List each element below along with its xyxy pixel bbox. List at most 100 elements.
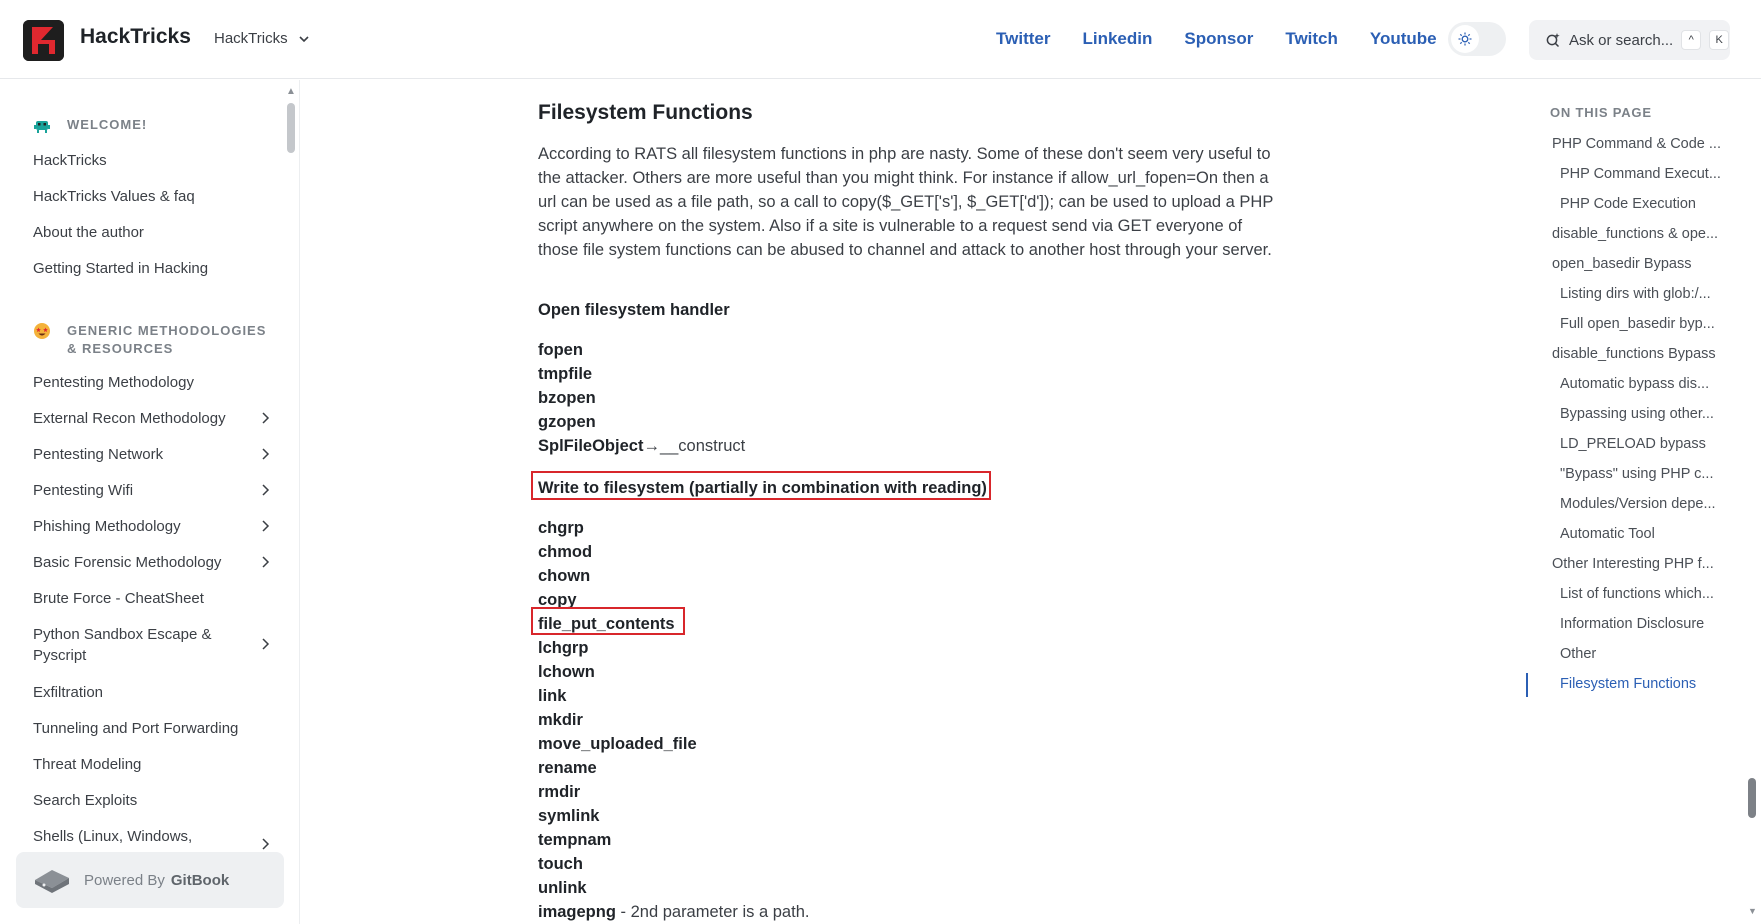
space-switcher[interactable]: HackTricks bbox=[214, 30, 310, 47]
sidebar-scroll-up-arrow[interactable]: ▲ bbox=[286, 86, 296, 97]
sidebar-item-python-sandbox[interactable]: Python Sandbox Escape & Pyscript bbox=[33, 624, 270, 666]
sidebar-item-label: Basic Forensic Methodology bbox=[33, 554, 222, 571]
function-description: - 2nd parameter is a path. bbox=[615, 903, 810, 921]
nav-link-youtube[interactable]: Youtube bbox=[1370, 29, 1437, 49]
function-name: rename bbox=[538, 759, 597, 777]
shortcut-k-key: K bbox=[1709, 30, 1730, 50]
top-nav: Twitter Linkedin Sponsor Twitch Youtube bbox=[996, 29, 1469, 49]
function-name-splfileobject: SplFileObject→__construct bbox=[538, 434, 745, 458]
chevron-right-icon[interactable] bbox=[257, 482, 273, 498]
sidebar-item-label: Python Sandbox Escape & Pyscript bbox=[33, 626, 212, 664]
page-scroll-down-arrow[interactable]: ▼ bbox=[1748, 906, 1757, 916]
function-name: gzopen bbox=[538, 413, 596, 431]
nav-link-twitch[interactable]: Twitch bbox=[1285, 29, 1338, 49]
sidebar-section-title: WELCOME! bbox=[67, 117, 148, 132]
sidebar-item-pentesting-network[interactable]: Pentesting Network bbox=[33, 444, 273, 465]
function-suffix: →__construct bbox=[643, 437, 746, 455]
sidebar-item-shells[interactable]: Shells (Linux, Windows, bbox=[33, 826, 273, 850]
toc-active-indicator bbox=[1526, 673, 1528, 697]
function-name: bzopen bbox=[538, 389, 596, 407]
function-name: mkdir bbox=[538, 711, 583, 729]
chevron-right-icon[interactable] bbox=[257, 410, 273, 426]
sidebar-item-label: Pentesting Network bbox=[33, 446, 164, 463]
function-name-file-put-contents: file_put_contents bbox=[538, 615, 675, 633]
sidebar-item-values-faq[interactable]: HackTricks Values & faq bbox=[33, 186, 273, 207]
function-name: link bbox=[538, 687, 567, 705]
sidebar-section-title: GENERIC METHODOLOGIES & RESOURCES bbox=[67, 323, 267, 356]
powered-by-gitbook[interactable]: Powered By GitBook bbox=[16, 852, 284, 908]
sidebar-item-label: Exfiltration bbox=[33, 684, 104, 701]
sidebar-item-label: Search Exploits bbox=[33, 792, 138, 809]
function-name: chmod bbox=[538, 543, 593, 561]
open-handler-heading: Open filesystem handler bbox=[538, 301, 730, 319]
toc-item[interactable]: PHP Command Execut... bbox=[1560, 166, 1742, 182]
sidebar-item-hacktricks[interactable]: HackTricks bbox=[33, 150, 273, 171]
sidebar-item-label: Phishing Methodology bbox=[33, 518, 181, 535]
toc-item-active[interactable]: Filesystem Functions bbox=[1560, 676, 1742, 692]
sidebar-item-forensic[interactable]: Basic Forensic Methodology bbox=[33, 552, 273, 573]
function-name: lchgrp bbox=[538, 639, 589, 657]
hacktricks-logo[interactable] bbox=[23, 20, 64, 61]
sidebar-item-search-exploits[interactable]: Search Exploits bbox=[33, 790, 273, 811]
sidebar-section-generic: GENERIC METHODOLOGIES & RESOURCES bbox=[0, 322, 273, 358]
sidebar-item-pentesting-methodology[interactable]: Pentesting Methodology bbox=[33, 372, 273, 393]
function-name: imagepng bbox=[538, 903, 616, 921]
toc-item[interactable]: List of functions which... bbox=[1560, 586, 1742, 602]
nav-link-linkedin[interactable]: Linkedin bbox=[1082, 29, 1152, 49]
search-placeholder: Ask or search... bbox=[1569, 31, 1674, 49]
toc-item[interactable]: Bypassing using other... bbox=[1560, 406, 1742, 422]
function-name: copy bbox=[538, 591, 577, 609]
toc-item[interactable]: Automatic Tool bbox=[1560, 526, 1742, 542]
page-scrollbar-thumb[interactable] bbox=[1748, 778, 1756, 818]
sidebar-item-exfiltration[interactable]: Exfiltration bbox=[33, 682, 273, 703]
sidebar-item-about-author[interactable]: About the author bbox=[33, 222, 273, 243]
site-title[interactable]: HackTricks bbox=[80, 25, 191, 49]
chevron-right-icon[interactable] bbox=[257, 446, 273, 462]
sidebar-item-getting-started[interactable]: Getting Started in Hacking bbox=[33, 258, 273, 279]
toc-item[interactable]: Other bbox=[1560, 646, 1742, 662]
sidebar-item-label: Brute Force - CheatSheet bbox=[33, 590, 204, 607]
toc-item[interactable]: Listing dirs with glob:/... bbox=[1560, 286, 1742, 302]
toc-item[interactable]: disable_functions & ope... bbox=[1552, 226, 1742, 242]
function-name: symlink bbox=[538, 807, 600, 825]
gitbook-brand: GitBook bbox=[170, 871, 230, 889]
intro-paragraph: According to RATS all filesystem functio… bbox=[538, 145, 1274, 259]
sidebar-scrollbar-thumb[interactable] bbox=[287, 103, 295, 153]
nav-link-twitter[interactable]: Twitter bbox=[996, 29, 1050, 49]
toc-item[interactable]: "Bypass" using PHP c... bbox=[1560, 466, 1742, 482]
toc-item[interactable]: PHP Code Execution bbox=[1560, 196, 1742, 212]
toc-item[interactable]: LD_PRELOAD bypass bbox=[1560, 436, 1742, 452]
toc-item[interactable]: Full open_basedir byp... bbox=[1560, 316, 1742, 332]
sidebar-item-pentesting-wifi[interactable]: Pentesting Wifi bbox=[33, 480, 273, 501]
toc-item[interactable]: PHP Command & Code ... bbox=[1552, 136, 1742, 152]
powered-by-label: Powered By bbox=[84, 871, 165, 889]
chevron-right-icon[interactable] bbox=[257, 636, 273, 652]
toc-item[interactable]: Information Disclosure bbox=[1560, 616, 1742, 632]
chevron-right-icon[interactable] bbox=[257, 518, 273, 534]
toc-item[interactable]: Automatic bypass dis... bbox=[1560, 376, 1742, 392]
write-filesystem-heading: Write to filesystem (partially in combin… bbox=[538, 479, 987, 497]
sidebar-item-phishing[interactable]: Phishing Methodology bbox=[33, 516, 273, 537]
chevron-down-icon bbox=[299, 35, 309, 42]
sidebar-item-label: Pentesting Methodology bbox=[33, 374, 194, 391]
nav-link-sponsor[interactable]: Sponsor bbox=[1184, 29, 1253, 49]
toc-item[interactable]: Modules/Version depe... bbox=[1560, 496, 1742, 512]
function-name: tempnam bbox=[538, 831, 612, 849]
section-heading: Filesystem Functions bbox=[538, 101, 753, 124]
function-name: SplFileObject bbox=[538, 437, 644, 455]
toc-item[interactable]: disable_functions Bypass bbox=[1552, 346, 1742, 362]
sidebar-item-brute-force[interactable]: Brute Force - CheatSheet bbox=[33, 588, 273, 609]
theme-toggle[interactable] bbox=[1448, 22, 1506, 56]
chevron-right-icon[interactable] bbox=[257, 554, 273, 570]
sidebar-item-label: Shells (Linux, Windows, bbox=[33, 828, 193, 845]
sidebar-item-external-recon[interactable]: External Recon Methodology bbox=[33, 408, 273, 429]
search-box[interactable]: Ask or search... ^ K bbox=[1529, 20, 1730, 60]
alien-monster-icon bbox=[34, 121, 50, 133]
left-sidebar: WELCOME! HackTricks HackTricks Values & … bbox=[0, 80, 300, 924]
toc-item[interactable]: Other Interesting PHP f... bbox=[1552, 556, 1742, 572]
sidebar-item-tunneling[interactable]: Tunneling and Port Forwarding bbox=[33, 718, 273, 739]
toc-item[interactable]: open_basedir Bypass bbox=[1552, 256, 1742, 272]
shortcut-ctrl-key: ^ bbox=[1681, 30, 1702, 50]
chevron-right-icon[interactable] bbox=[257, 836, 273, 852]
sidebar-item-threat-modeling[interactable]: Threat Modeling bbox=[33, 754, 273, 775]
